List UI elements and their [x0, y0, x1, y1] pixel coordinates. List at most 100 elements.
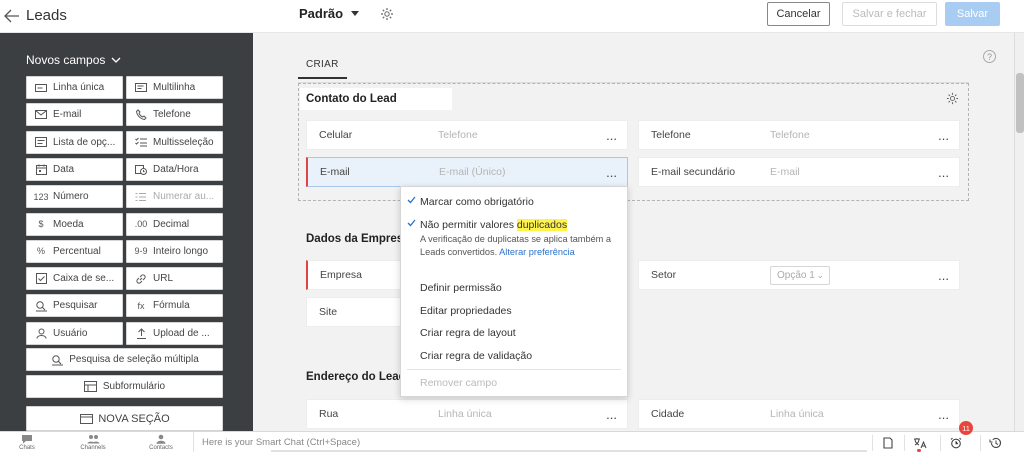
module-title: Leads: [26, 7, 67, 24]
field-options-button[interactable]: ...: [606, 408, 617, 421]
field-tile[interactable]: Data: [26, 157, 123, 181]
cancel-button[interactable]: Cancelar: [767, 2, 830, 26]
chat-bubble-icon: [22, 435, 32, 444]
picklist-icon: [34, 135, 48, 149]
field-tile[interactable]: $ Moeda: [26, 212, 123, 236]
notes-button[interactable]: [872, 435, 902, 451]
help-icon[interactable]: ?: [983, 50, 996, 63]
field-tile[interactable]: Upload de ...: [126, 321, 223, 345]
field-email[interactable]: E-mail E-mail (Único) ...: [306, 157, 628, 187]
translate-icon: [913, 438, 926, 449]
tile-label: Linha única: [53, 82, 105, 93]
layout-name: Padrão: [299, 6, 344, 21]
chevron-down-icon: [111, 57, 121, 63]
field-setor[interactable]: Setor Opção 1 ⌄ ...: [638, 260, 960, 290]
layout-settings-button[interactable]: [380, 7, 394, 21]
new-fields-toggle[interactable]: Novos campos: [26, 53, 121, 67]
field-tile[interactable]: .00 Decimal: [126, 212, 223, 236]
menu-no-duplicates[interactable]: Não permitir valores duplicados: [401, 215, 627, 235]
field-label: E-mail secundário: [651, 166, 736, 178]
tab-create[interactable]: CRIAR: [298, 59, 347, 79]
tile-label: NOVA SEÇÃO: [98, 412, 170, 425]
field-tile[interactable]: Telefone: [126, 103, 223, 127]
field-options-button[interactable]: ...: [938, 166, 949, 179]
field-tile[interactable]: Lista de opç...: [26, 130, 123, 154]
section-settings-button[interactable]: [946, 92, 959, 105]
field-options-button[interactable]: ...: [938, 408, 949, 421]
field-tile[interactable]: URL: [126, 267, 223, 291]
menu-edit-properties[interactable]: Editar propriedades: [401, 301, 627, 321]
select-value: Opção 1: [777, 270, 815, 281]
change-preference-link[interactable]: Alterar preferência: [499, 247, 575, 257]
field-tile[interactable]: Numerar au...: [126, 185, 223, 209]
field-cidade[interactable]: Cidade Linha única ...: [638, 399, 960, 429]
tile-label: Pesquisar: [53, 300, 98, 312]
section-title-company[interactable]: Dados da Empres: [306, 233, 403, 245]
alarm-button[interactable]: [940, 435, 970, 451]
field-rua[interactable]: Rua Linha única ...: [306, 399, 628, 429]
field-placeholder: Telefone: [438, 129, 478, 141]
field-tile[interactable]: Usuário: [26, 321, 123, 345]
field-tile[interactable]: fx Fórmula: [126, 294, 223, 318]
field-options-button[interactable]: ...: [938, 269, 949, 282]
field-tile[interactable]: 123 Número: [26, 185, 123, 209]
contacts-button[interactable]: Contacts: [143, 434, 179, 451]
field-options-button[interactable]: ...: [938, 129, 949, 142]
checkmark-icon: [407, 196, 416, 204]
field-label: Rua: [319, 408, 339, 420]
channels-label: Channels: [80, 445, 106, 451]
setor-select[interactable]: Opção 1 ⌄: [770, 266, 830, 285]
field-telefone[interactable]: Telefone Telefone ...: [638, 120, 960, 150]
menu-mark-mandatory[interactable]: Marcar como obrigatório: [401, 192, 627, 212]
multi-line-icon: [134, 81, 148, 95]
link-icon: [134, 272, 148, 286]
back-button[interactable]: Leads: [4, 7, 67, 24]
field-tile[interactable]: Data/Hora: [126, 157, 223, 181]
field-tile[interactable]: Multilinha: [126, 76, 223, 99]
field-options-button[interactable]: ...: [606, 129, 617, 142]
field-label: Telefone: [651, 129, 691, 141]
decimal-icon: .00: [134, 219, 148, 229]
save-button[interactable]: Salvar: [945, 2, 1000, 26]
field-placeholder: E-mail: [770, 166, 800, 178]
field-celular[interactable]: Celular Telefone ...: [306, 120, 628, 150]
field-options-button[interactable]: ...: [606, 166, 617, 179]
menu-create-layout-rule[interactable]: Criar regra de layout: [401, 323, 627, 343]
section-title-address[interactable]: Endereço do Lead: [306, 371, 406, 383]
new-section-tile[interactable]: NOVA SEÇÃO: [26, 406, 223, 431]
section-icon: [79, 412, 93, 426]
section-title-contact[interactable]: Contato do Lead: [300, 88, 452, 110]
menu-set-permission[interactable]: Definir permissão: [401, 278, 627, 298]
menu-create-validation-rule[interactable]: Criar regra de validação: [401, 346, 627, 366]
field-tile[interactable]: Pesquisar: [26, 294, 123, 318]
tile-label: Número: [53, 191, 89, 203]
subform-tile[interactable]: Subformulário: [26, 375, 223, 398]
save-and-close-button[interactable]: Salvar e fechar: [842, 2, 937, 26]
number-icon: 123: [33, 191, 49, 202]
field-tile[interactable]: E-mail: [26, 103, 123, 127]
vertical-scrollbar[interactable]: [1014, 33, 1024, 431]
field-tile[interactable]: Linha única: [26, 76, 123, 99]
auto-number-icon: [134, 190, 148, 204]
field-placeholder: Linha única: [438, 408, 492, 420]
field-tile[interactable]: 9-9 Inteiro longo: [126, 239, 223, 263]
tile-label: E-mail: [53, 109, 82, 121]
layout-selector[interactable]: Padrão: [299, 6, 360, 21]
history-button[interactable]: [980, 435, 1010, 451]
field-tile[interactable]: Caixa de se...: [26, 267, 123, 291]
multi-lookup-tile[interactable]: Pesquisa de seleção múltipla: [26, 348, 223, 371]
smart-chat-input[interactable]: Here is your Smart Chat (Ctrl+Space): [193, 432, 870, 452]
field-label: Site: [319, 306, 338, 318]
bottom-bar: Chats Channels Contacts Here is your Sma…: [0, 431, 1024, 452]
email-icon: [34, 108, 48, 122]
multiselect-icon: [134, 135, 148, 149]
chats-button[interactable]: Chats: [9, 434, 45, 451]
field-email-secundario[interactable]: E-mail secundário E-mail ...: [638, 157, 960, 187]
tile-label: Pesquisa de seleção múltipla: [69, 354, 199, 365]
channels-button[interactable]: Channels: [75, 434, 111, 451]
menu-remove-field: Remover campo: [401, 373, 627, 393]
lookup-icon: [34, 299, 48, 313]
scrollbar-thumb[interactable]: [1016, 73, 1024, 133]
field-tile[interactable]: Multisseleção: [126, 130, 223, 154]
field-tile[interactable]: % Percentual: [26, 239, 123, 263]
